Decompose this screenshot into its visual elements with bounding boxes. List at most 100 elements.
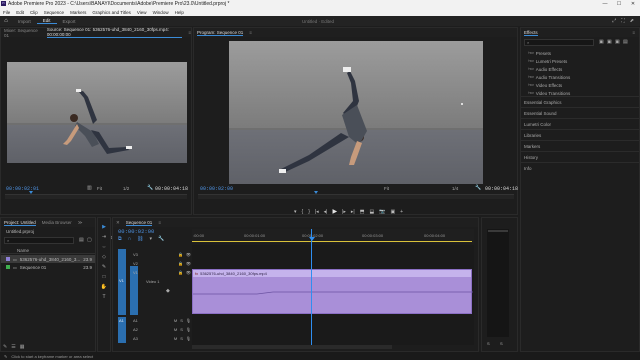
program-playhead-icon[interactable] bbox=[314, 191, 318, 194]
program-go-to-out-icon[interactable]: ▸| bbox=[351, 209, 355, 215]
tab-source[interactable]: Source: Sequence 01: 5362576-uhd_3840_21… bbox=[46, 27, 183, 38]
menu-graphics[interactable]: Graphics and Titles bbox=[92, 10, 131, 15]
menu-view[interactable]: View bbox=[137, 10, 147, 15]
timeline-menu-icon[interactable]: ≡ bbox=[158, 220, 161, 225]
pen-tool-icon[interactable]: ✎ bbox=[100, 263, 108, 271]
track-label[interactable]: V1 bbox=[113, 270, 138, 275]
project-search-input[interactable]: ⌕ bbox=[4, 237, 74, 244]
mute-button[interactable]: M bbox=[174, 327, 177, 332]
source-settings-icon[interactable]: ▥ bbox=[87, 185, 92, 191]
program-ruler[interactable] bbox=[198, 194, 514, 199]
track-label[interactable]: V3 bbox=[113, 252, 138, 257]
new-bin-project-icon[interactable]: ▤ bbox=[79, 237, 84, 243]
panel-markers[interactable]: Markers bbox=[521, 140, 639, 151]
maximize-button[interactable]: ☐ bbox=[612, 0, 626, 8]
list-view-icon[interactable]: ☰ bbox=[11, 344, 15, 350]
effects-folder-lumetri[interactable]: ›▭ Lumetri Presets bbox=[521, 57, 639, 65]
source-timecode[interactable]: 00:00:02:01 bbox=[6, 186, 39, 192]
solo-button[interactable]: S bbox=[180, 318, 183, 323]
more-panels-icon[interactable]: ≫ bbox=[78, 220, 83, 226]
meter-solo-left[interactable]: S bbox=[487, 341, 490, 346]
close-window-button[interactable]: ✕ bbox=[626, 0, 640, 8]
panel-info[interactable]: Info bbox=[521, 162, 639, 173]
program-menu-icon[interactable]: ≡ bbox=[249, 30, 252, 35]
add-marker-timeline-icon[interactable]: ▾ bbox=[150, 236, 153, 242]
timeline-scrollbar[interactable] bbox=[192, 345, 392, 349]
project-name-header[interactable]: Name bbox=[1, 247, 95, 254]
timeline-playhead-icon[interactable] bbox=[309, 237, 315, 241]
new-bin-icon[interactable]: ▤ bbox=[623, 39, 628, 45]
tab-export[interactable]: Export bbox=[57, 19, 82, 24]
home-icon[interactable]: ⌂ bbox=[0, 18, 12, 24]
project-item[interactable]: ▭ 5362576-uhd_3840_2160_3... 23.9 bbox=[1, 255, 95, 263]
work-area-bar[interactable] bbox=[192, 241, 472, 242]
timeline-settings-icon[interactable]: 🔧 bbox=[158, 236, 164, 242]
panel-lumetri-color[interactable]: Lumetri Color bbox=[521, 118, 639, 129]
source-fit-select[interactable]: Fit bbox=[97, 186, 102, 191]
find-icon[interactable]: ▢ bbox=[87, 237, 92, 243]
timeline-playhead-line[interactable] bbox=[311, 229, 312, 345]
effects-search-input[interactable]: ⌕ bbox=[524, 39, 594, 46]
v1-source-patch[interactable]: V1 bbox=[119, 278, 124, 283]
source-video-frame[interactable] bbox=[7, 62, 187, 163]
effects-menu-icon[interactable]: ≡ bbox=[632, 30, 639, 35]
panel-essential-sound[interactable]: Essential Sound bbox=[521, 107, 639, 118]
track-select-tool-icon[interactable]: ⇥ bbox=[100, 233, 108, 241]
toggle-output-icon[interactable]: 👁 bbox=[186, 270, 191, 275]
source-wrench-icon[interactable]: 🔧 bbox=[147, 185, 153, 191]
tab-edit[interactable]: Edit bbox=[36, 18, 57, 24]
menu-clip[interactable]: Clip bbox=[30, 10, 38, 15]
source-menu-icon[interactable]: ≡ bbox=[188, 30, 191, 35]
share-icon[interactable]: ⬈ bbox=[630, 18, 634, 24]
program-wrench-icon[interactable]: 🔧 bbox=[475, 185, 481, 191]
program-go-to-in-icon[interactable]: |◂ bbox=[315, 209, 319, 215]
menu-markers[interactable]: Markers bbox=[70, 10, 86, 15]
32bit-effects-icon[interactable]: ▣ bbox=[607, 39, 612, 45]
selection-tool-icon[interactable]: ▶ bbox=[100, 223, 108, 231]
opacity-rubber-band[interactable] bbox=[193, 278, 473, 298]
project-item[interactable]: ▭ Sequence 01 23.9 bbox=[1, 263, 95, 271]
program-timecode[interactable]: 00:00:02:00 bbox=[200, 186, 233, 192]
effects-folder-presets[interactable]: ›▭ Presets bbox=[521, 49, 639, 57]
yuv-effects-icon[interactable]: ▣ bbox=[615, 39, 620, 45]
mute-button[interactable]: M bbox=[174, 318, 177, 323]
program-step-back-icon[interactable]: ◂| bbox=[324, 209, 328, 215]
timeline-clip[interactable]: fx 5362576-uhd_3840_2160_30fps.mp4 bbox=[192, 269, 473, 314]
program-mark-in-icon[interactable]: { bbox=[302, 209, 304, 215]
sync-lock-icon[interactable]: 🔒 bbox=[178, 270, 183, 275]
comparison-view-icon[interactable]: ▣ bbox=[390, 209, 395, 215]
nest-icon[interactable]: ⧉ bbox=[118, 236, 122, 242]
tab-program[interactable]: Program: Sequence 01 bbox=[197, 30, 244, 36]
hand-tool-icon[interactable]: ✋ bbox=[100, 283, 108, 291]
fullscreen-icon[interactable]: ⛶ bbox=[621, 18, 625, 24]
minimize-button[interactable]: — bbox=[598, 0, 612, 8]
icon-view-icon[interactable]: ▦ bbox=[20, 344, 25, 350]
effects-folder-audio-transitions[interactable]: ›▭ Audio Transitions bbox=[521, 73, 639, 81]
effects-folder-audio-effects[interactable]: ›▭ Audio Effects bbox=[521, 65, 639, 73]
program-add-marker-icon[interactable]: ▾ bbox=[294, 209, 297, 215]
accelerated-effects-icon[interactable]: ▣ bbox=[599, 39, 604, 45]
tab-audio-mixer[interactable]: Mixer: Sequence 01 bbox=[4, 28, 41, 38]
program-video-frame[interactable] bbox=[229, 41, 483, 184]
effects-folder-video-effects[interactable]: ›▭ Video Effects bbox=[521, 81, 639, 89]
program-resolution-select[interactable]: 1/4 bbox=[452, 186, 458, 191]
tab-effects[interactable]: Effects bbox=[524, 30, 538, 36]
menu-help[interactable]: Help bbox=[175, 10, 184, 15]
tab-project[interactable]: Project: Untitled bbox=[4, 220, 36, 226]
keyframe-nav-icon[interactable]: ◆ bbox=[166, 288, 170, 294]
toggle-output-icon[interactable]: 👁 bbox=[186, 252, 191, 257]
menu-sequence[interactable]: Sequence bbox=[44, 10, 64, 15]
panel-history[interactable]: History bbox=[521, 151, 639, 162]
linked-selection-icon[interactable]: ⛓ bbox=[137, 236, 143, 242]
sync-lock-icon[interactable]: 🔒 bbox=[178, 252, 183, 257]
pencil-icon[interactable]: ✎ bbox=[3, 344, 7, 350]
mute-button[interactable]: M bbox=[174, 336, 177, 341]
razor-tool-icon[interactable]: ◇ bbox=[100, 253, 108, 261]
tab-sequence-01[interactable]: Sequence 01 bbox=[125, 220, 153, 226]
menu-edit[interactable]: Edit bbox=[16, 10, 24, 15]
program-step-forward-icon[interactable]: |▸ bbox=[342, 209, 346, 215]
source-ruler[interactable] bbox=[5, 194, 187, 199]
program-fit-select[interactable]: Fit bbox=[384, 186, 389, 191]
menu-file[interactable]: File bbox=[3, 10, 10, 15]
track-label[interactable]: V2 bbox=[113, 261, 138, 266]
